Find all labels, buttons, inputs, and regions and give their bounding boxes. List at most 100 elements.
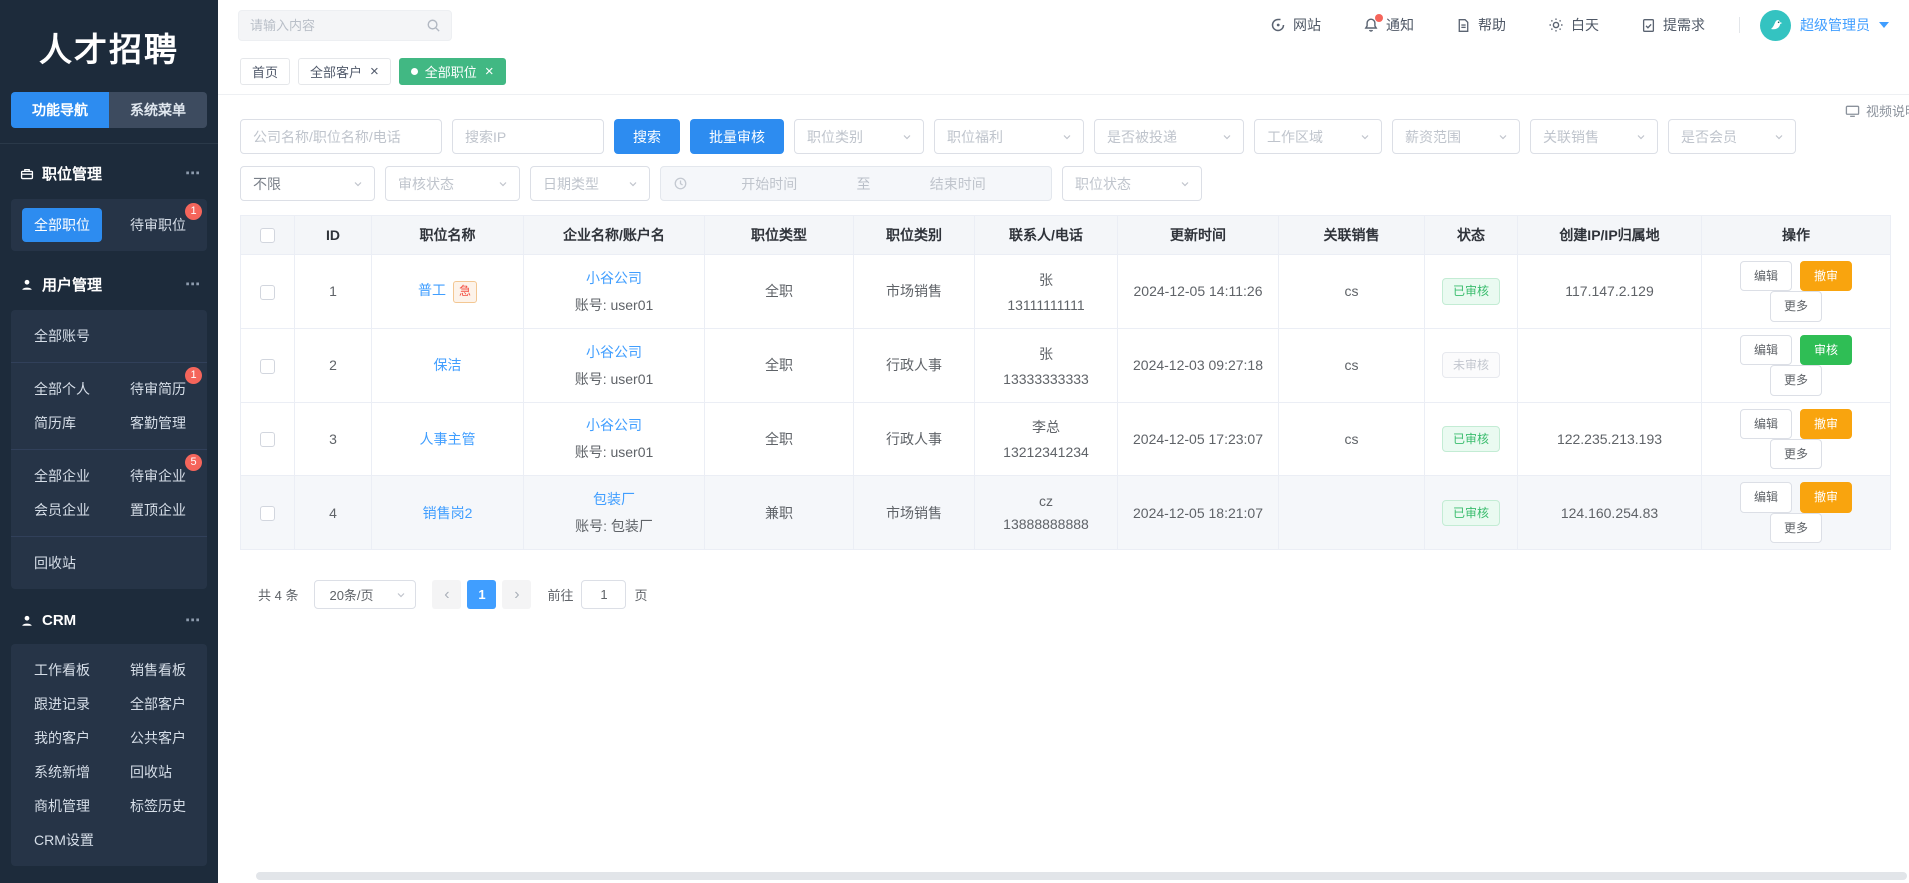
position-link[interactable]: 人事主管	[420, 431, 476, 447]
sidebar-item-跟进记录[interactable]: 跟进记录	[34, 687, 130, 721]
position-link[interactable]: 保洁	[434, 357, 462, 373]
action-button-编辑[interactable]: 编辑	[1740, 482, 1792, 512]
topbar-notifications[interactable]: 通知	[1363, 15, 1414, 35]
action-button-编辑[interactable]: 编辑	[1740, 335, 1792, 365]
close-icon[interactable]: ×	[370, 64, 379, 79]
tab-function-nav[interactable]: 功能导航	[11, 92, 109, 128]
sidebar-item-回收站[interactable]: 回收站	[130, 755, 207, 789]
sidebar-item-全部职位[interactable]: 全部职位	[34, 208, 130, 242]
row-checkbox[interactable]	[260, 285, 275, 300]
table-row: 2保洁小谷公司账号: user01全职行政人事张133333333332024-…	[241, 328, 1891, 402]
action-button-更多[interactable]: 更多	[1770, 365, 1822, 395]
notification-dot	[1375, 14, 1383, 22]
action-button-撤审[interactable]: 撤审	[1800, 261, 1852, 291]
filter-select-是否会员[interactable]: 是否会员	[1668, 119, 1796, 154]
company-link[interactable]: 小谷公司	[586, 344, 642, 360]
action-button-更多[interactable]: 更多	[1770, 439, 1822, 469]
batch-review-button[interactable]: 批量审核	[690, 119, 784, 154]
contact-cell: 张13333333333	[975, 328, 1118, 402]
horizontal-scrollbar[interactable]	[256, 872, 1907, 880]
row-checkbox[interactable]	[260, 432, 275, 447]
more-dots-icon[interactable]: ⋯	[185, 616, 202, 626]
prev-page-button[interactable]: ‹	[432, 580, 461, 609]
sidebar-item-全部企业[interactable]: 全部企业	[34, 459, 130, 493]
open-tab-全部职位[interactable]: 全部职位×	[399, 58, 506, 85]
keyword-search-input[interactable]	[240, 119, 442, 154]
action-button-编辑[interactable]: 编辑	[1740, 261, 1792, 291]
action-button-撤审[interactable]: 撤审	[1800, 482, 1852, 512]
filter-select-不限[interactable]: 不限	[240, 166, 375, 201]
ip-search-input[interactable]	[452, 119, 604, 154]
topbar-item-label: 通知	[1386, 15, 1414, 35]
tab-system-menu[interactable]: 系统菜单	[109, 92, 207, 128]
sidebar-item-CRM设置[interactable]: CRM设置	[34, 823, 207, 857]
sidebar-item-待审企业[interactable]: 待审企业5	[130, 459, 207, 493]
sidebar-item-系统新增[interactable]: 系统新增	[34, 755, 130, 789]
filter-select-职位类别[interactable]: 职位类别	[794, 119, 924, 154]
sidebar-item-公共客户[interactable]: 公共客户	[130, 721, 207, 755]
sidebar-item-全部账号[interactable]: 全部账号	[34, 319, 207, 353]
sidebar-item-工作看板[interactable]: 工作看板	[34, 653, 130, 687]
sidebar-item-置顶企业[interactable]: 置顶企业	[130, 493, 207, 527]
user-menu[interactable]: 超级管理员	[1760, 10, 1889, 41]
action-button-编辑[interactable]: 编辑	[1740, 409, 1792, 439]
action-button-更多[interactable]: 更多	[1770, 513, 1822, 543]
goto-page-input[interactable]	[581, 580, 626, 609]
global-search[interactable]	[238, 10, 452, 41]
select-all-checkbox[interactable]	[260, 228, 275, 243]
search-button[interactable]: 搜索	[614, 119, 680, 154]
page-size-select[interactable]: 20条/页	[314, 580, 416, 609]
sidebar-item-待审简历[interactable]: 待审简历1	[130, 372, 207, 406]
global-search-input[interactable]	[250, 18, 426, 33]
open-tab-全部客户[interactable]: 全部客户×	[298, 58, 391, 85]
filter-select-职位福利[interactable]: 职位福利	[934, 119, 1084, 154]
sidebar-item-商机管理[interactable]: 商机管理	[34, 789, 130, 823]
more-dots-icon[interactable]: ⋯	[185, 280, 202, 290]
sidebar-item-我的客户[interactable]: 我的客户	[34, 721, 130, 755]
more-dots-icon[interactable]: ⋯	[185, 169, 202, 179]
sidebar-item-全部个人[interactable]: 全部个人	[34, 372, 130, 406]
filter-select-职位状态[interactable]: 职位状态	[1062, 166, 1202, 201]
sidebar-item-label: 全部账号	[34, 326, 90, 346]
position-name-cell: 保洁	[372, 328, 524, 402]
topbar-feedback[interactable]: 提需求	[1641, 15, 1705, 35]
filter-select-审核状态[interactable]: 审核状态	[385, 166, 520, 201]
sidebar-item-标签历史[interactable]: 标签历史	[130, 789, 207, 823]
ip-cell: 117.147.2.129	[1518, 255, 1702, 329]
row-checkbox[interactable]	[260, 506, 275, 521]
topbar-help[interactable]: 帮助	[1456, 15, 1506, 35]
sidebar-item-回收站[interactable]: 回收站	[34, 546, 207, 580]
sidebar-item-全部客户[interactable]: 全部客户	[130, 687, 207, 721]
company-link[interactable]: 包装厂	[593, 491, 635, 507]
topbar-theme[interactable]: 白天	[1548, 15, 1599, 35]
open-tab-首页[interactable]: 首页	[240, 58, 290, 85]
filter-select-关联销售[interactable]: 关联销售	[1530, 119, 1658, 154]
table-row: 3人事主管小谷公司账号: user01全职行政人事李总1321234123420…	[241, 402, 1891, 476]
filter-select-日期类型[interactable]: 日期类型	[530, 166, 650, 201]
filter-select-工作区域[interactable]: 工作区域	[1254, 119, 1382, 154]
sidebar-item-待审职位[interactable]: 待审职位1	[130, 208, 207, 242]
date-range-picker[interactable]: 开始时间至结束时间	[660, 166, 1052, 201]
filter-select-薪资范围[interactable]: 薪资范围	[1392, 119, 1520, 154]
action-button-更多[interactable]: 更多	[1770, 291, 1822, 321]
action-button-审核[interactable]: 审核	[1800, 335, 1852, 365]
page-1-button[interactable]: 1	[467, 580, 496, 609]
date-separator: 至	[851, 174, 877, 194]
sidebar-item-简历库[interactable]: 简历库	[34, 406, 130, 440]
sidebar-item-会员企业[interactable]: 会员企业	[34, 493, 130, 527]
company-link[interactable]: 小谷公司	[586, 417, 642, 433]
close-icon[interactable]: ×	[485, 64, 494, 79]
sidebar-item-销售看板[interactable]: 销售看板	[130, 653, 207, 687]
video-hint[interactable]: 视频说明	[1845, 101, 1909, 120]
action-button-撤审[interactable]: 撤审	[1800, 409, 1852, 439]
position-link[interactable]: 普工	[418, 282, 446, 298]
sidebar-item-客勤管理[interactable]: 客勤管理	[130, 406, 207, 440]
col-header-状态: 状态	[1425, 216, 1518, 255]
item-grid: 全部个人待审简历1简历库客勤管理	[11, 363, 207, 449]
topbar-website[interactable]: 网站	[1270, 15, 1321, 35]
next-page-button[interactable]: ›	[502, 580, 531, 609]
row-checkbox[interactable]	[260, 359, 275, 374]
position-link[interactable]: 销售岗2	[423, 505, 473, 521]
filter-select-是否被投递[interactable]: 是否被投递	[1094, 119, 1244, 154]
company-link[interactable]: 小谷公司	[586, 270, 642, 286]
